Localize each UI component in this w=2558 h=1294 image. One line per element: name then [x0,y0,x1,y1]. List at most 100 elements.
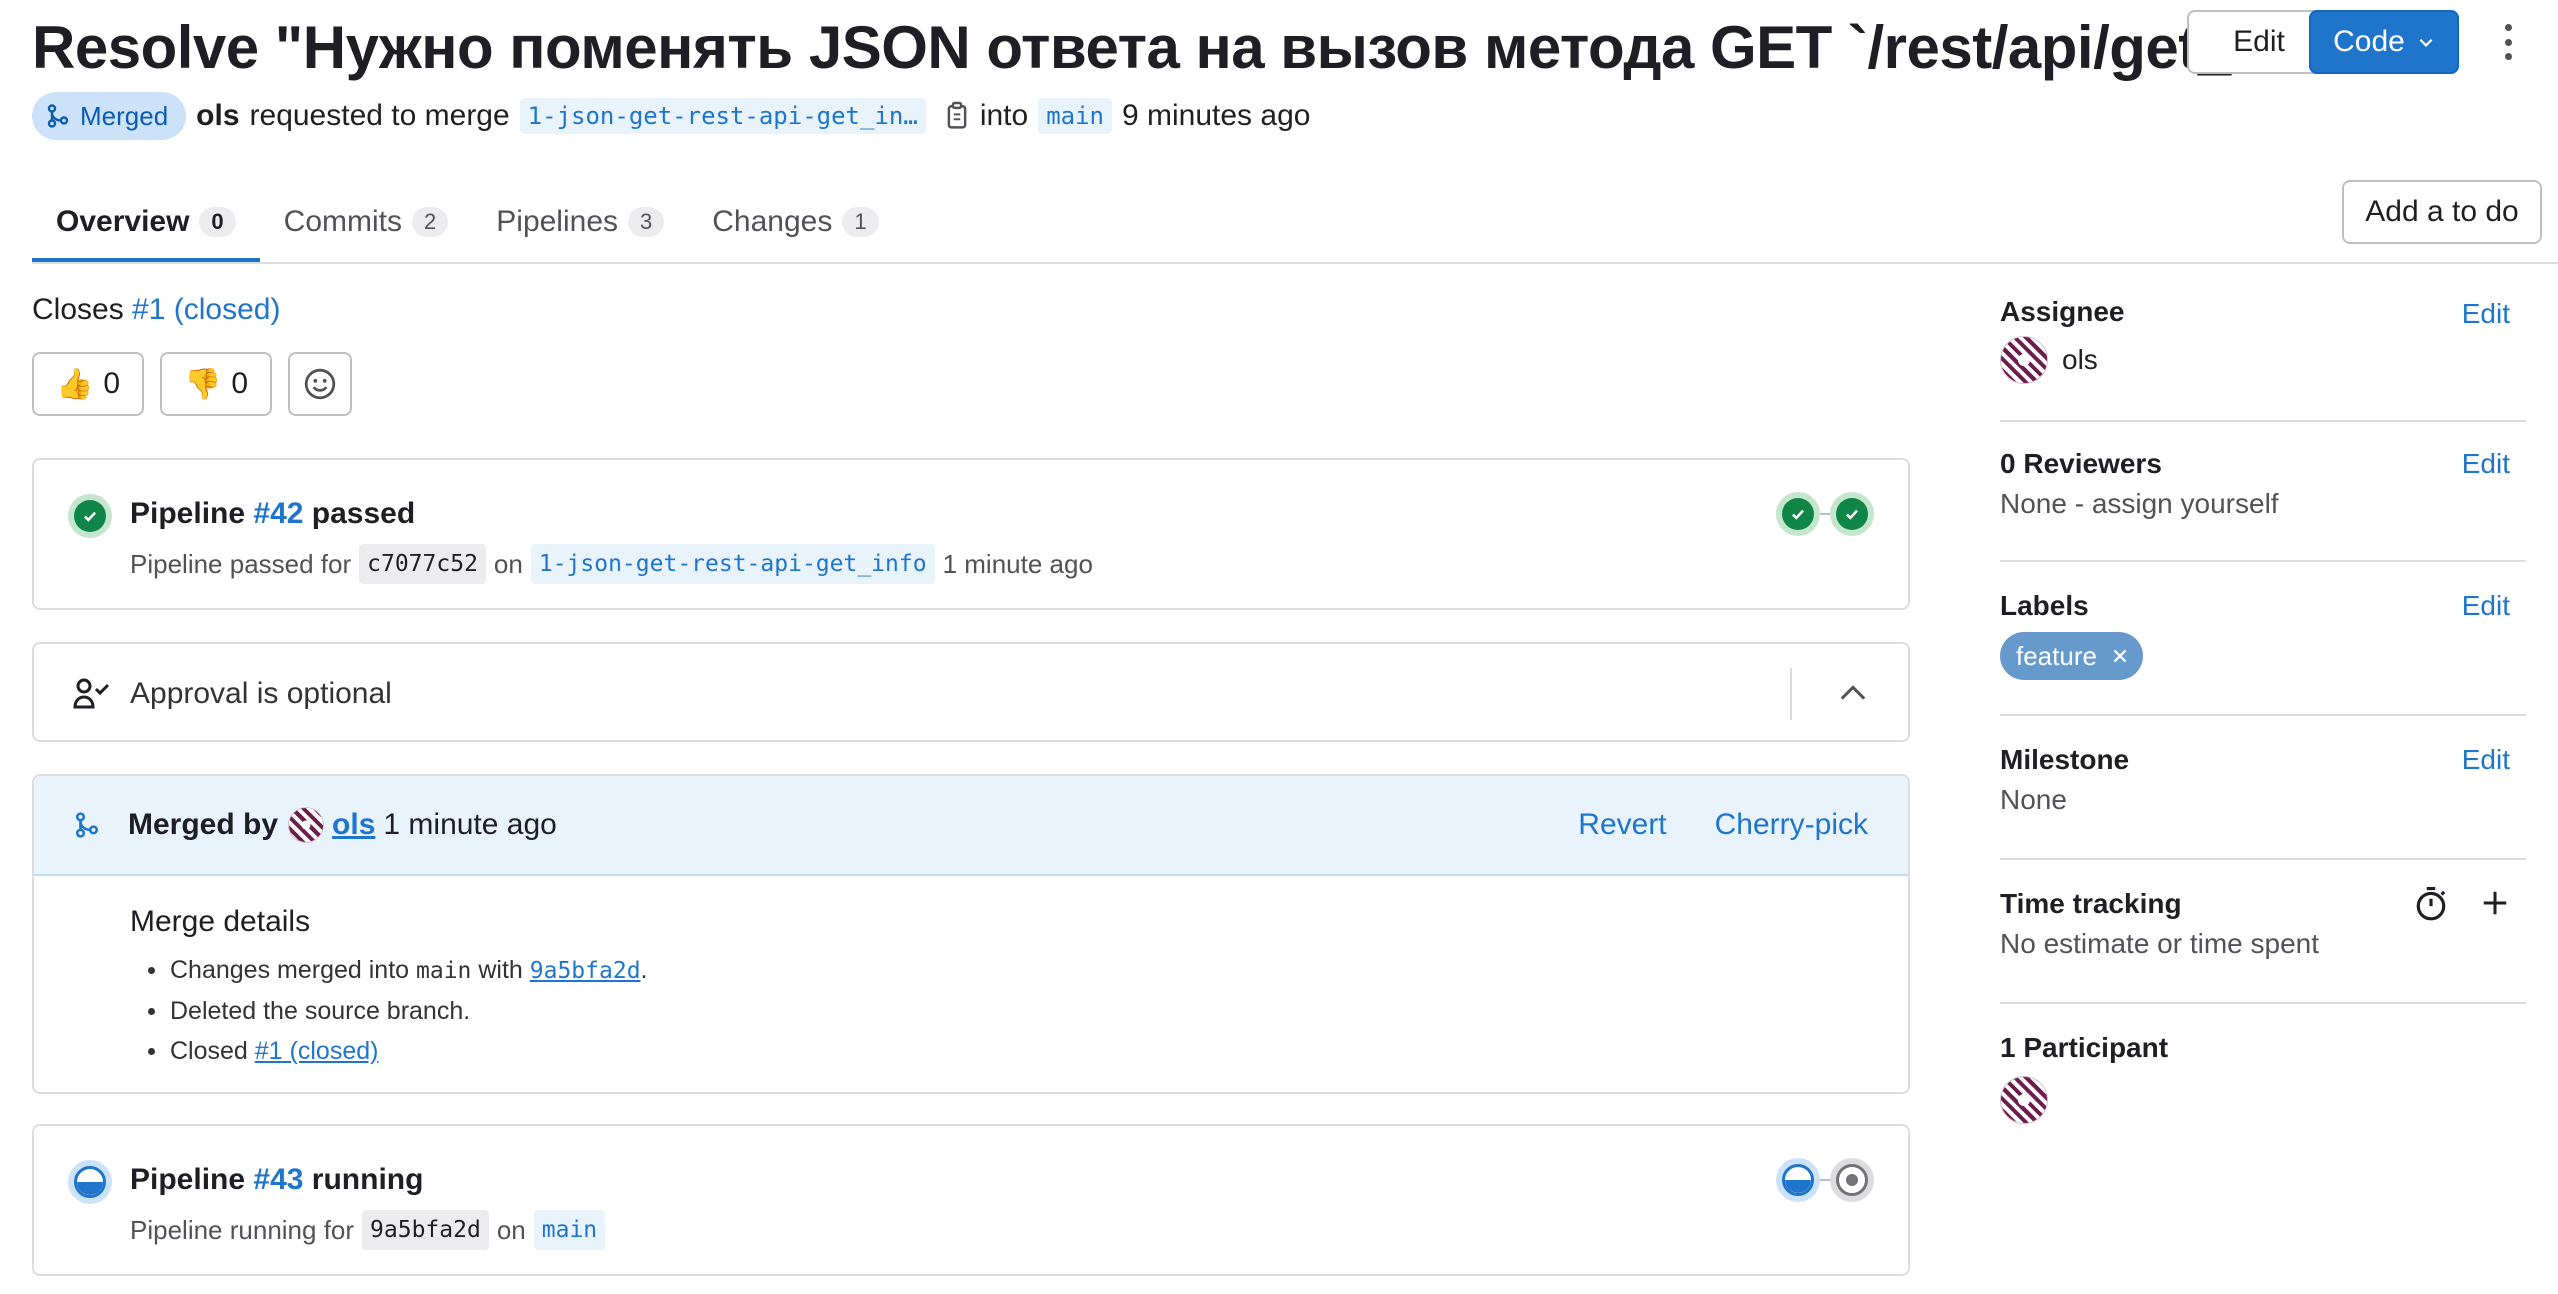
tab-count: 3 [628,207,665,237]
edit-milestone-button[interactable]: Edit [2462,740,2510,780]
page-title: Resolve "Нужно поменять JSON ответа на в… [32,14,2387,81]
pipeline-link[interactable]: #42 [253,497,303,530]
add-reaction-button[interactable] [288,352,353,416]
status-running-icon[interactable] [68,1160,112,1204]
stage-running-icon[interactable] [1776,1158,1820,1202]
add-todo-button[interactable]: Add a to do [2342,180,2542,244]
merge-commit-link[interactable]: 9a5bfa2d [530,958,641,984]
list-item: Closed #1 (closed) [130,1031,1908,1071]
tab-pipelines[interactable]: Pipelines 3 [472,182,688,262]
avatar[interactable] [2000,336,2048,384]
detail-text: Deleted the source branch. [170,997,471,1025]
label-text: feature [2016,640,2097,671]
plus-icon[interactable] [2480,888,2510,918]
closed-issue-link[interactable]: #1 (closed) [255,1037,379,1065]
pipeline-card: Pipeline #43 running Pipeline running fo… [32,1124,1910,1276]
code-button-label: Code [2333,25,2405,58]
tab-label: Changes [712,205,833,238]
approval-user-icon [73,678,110,709]
more-actions-icon[interactable] [2498,20,2518,64]
sidebar-time-tracking: Time tracking No estimate or time spent [2000,860,2526,1004]
stage-success-icon[interactable] [1776,492,1820,536]
thumbsdown-icon: 👎 [184,367,222,401]
cherry-pick-button[interactable]: Cherry-pick [1715,808,1868,842]
sidebar-title: Labels [2000,590,2089,621]
tab-label: Overview [56,205,190,238]
close-icon[interactable] [2111,647,2129,665]
sidebar-assignee: Assignee Edit ols [2000,292,2526,422]
on-text: on [493,549,523,579]
reactions-bar: 👍 0 👎 0 [32,352,353,416]
tab-changes[interactable]: Changes 1 [688,182,902,262]
merged-header: Merged by ols 1 minute ago Revert Cherry… [34,776,1908,876]
merge-icon [47,104,69,128]
pipeline-prefix: Pipeline [130,1163,246,1196]
avatar[interactable] [2000,1076,2048,1124]
closes-line: Closes #1 (closed) [32,290,280,330]
pipeline-subtitle: Pipeline running for 9a5bfa2d on main [130,1210,613,1250]
commit-sha[interactable]: 9a5bfa2d [362,1210,489,1250]
sidebar-labels: Labels Edit feature [2000,562,2526,716]
approval-text: Approval is optional [130,677,392,710]
sidebar-title: 0 Reviewers [2000,448,2162,479]
tab-commits[interactable]: Commits 2 [260,182,473,262]
milestone-value: None [2000,784,2067,815]
tab-overview[interactable]: Overview 0 [32,182,260,262]
tab-label: Commits [283,205,403,238]
pipeline-stages [1776,492,1874,536]
thumbsup-button[interactable]: 👍 0 [32,352,145,416]
assignee-name[interactable]: ols [2062,340,2098,380]
sidebar-title: 1 Participant [2000,1032,2169,1063]
list-item: Changes merged into main with 9a5bfa2d. [130,950,1908,991]
branch-link[interactable]: 1-json-get-rest-api-get_info [530,544,935,584]
author-name[interactable]: ols [196,99,239,133]
merged-by-label: Merged by [128,808,279,841]
detail-text: with [478,956,523,984]
sidebar-title: Assignee [2000,296,2125,327]
closed-issue-link[interactable]: #1 (closed) [132,293,280,326]
edit-labels-button[interactable]: Edit [2462,586,2510,626]
pipeline-subtitle: Pipeline passed for c7077c52 on 1-json-g… [130,544,1093,584]
chevron-down-icon [2419,38,2433,47]
sidebar-reviewers: 0 Reviewers Edit None - assign yourself [2000,422,2526,562]
commit-sha[interactable]: c7077c52 [359,544,486,584]
thumbsdown-button[interactable]: 👎 0 [160,352,273,416]
branch-link[interactable]: main [533,1210,606,1250]
edit-reviewers-button[interactable]: Edit [2462,444,2510,484]
pipeline-card: Pipeline #42 passed Pipeline passed for … [32,458,1910,610]
pipeline-time: 1 minute ago [942,549,1093,579]
target-branch-code: main [416,958,472,984]
target-branch[interactable]: main [1038,98,1112,134]
edit-assignee-button[interactable]: Edit [2462,294,2510,334]
closes-prefix: Closes [32,293,124,326]
label-pill[interactable]: feature [2000,632,2143,680]
pipeline-prefix: Pipeline [130,497,246,530]
merged-time: 1 minute ago [383,808,557,841]
on-text: on [496,1215,526,1245]
smiley-icon [304,368,336,400]
avatar[interactable] [288,807,325,843]
stage-success-icon[interactable] [1830,492,1874,536]
copy-icon[interactable] [944,101,970,131]
merged-card: Merged by ols 1 minute ago Revert Cherry… [32,774,1910,1094]
chevron-up-icon[interactable] [1838,678,1868,708]
tab-count: 0 [199,207,236,237]
tab-label: Pipelines [496,205,619,238]
mr-meta: Merged ols requested to merge 1-json-get… [32,92,1310,140]
code-button[interactable]: Code [2309,10,2459,74]
source-branch[interactable]: 1-json-get-rest-api-get_in… [519,98,926,134]
pipeline-stages [1776,1158,1874,1202]
detail-text: Changes merged into [170,956,410,984]
revert-button[interactable]: Revert [1578,808,1666,842]
time-tracking-value: No estimate or time spent [2000,928,2320,959]
pipeline-status: running [311,1163,424,1196]
stopwatch-icon[interactable] [2414,886,2448,922]
thumbsup-icon: 👍 [56,367,94,401]
pipeline-title: Pipeline #43 running [130,1160,613,1200]
merged-user-link[interactable]: ols [332,808,375,842]
pipeline-link[interactable]: #43 [253,1163,303,1196]
merge-details: Merge details Changes merged into main w… [34,876,1908,1071]
reviewers-value[interactable]: None - assign yourself [2000,484,2526,524]
stage-created-icon[interactable] [1830,1158,1874,1202]
status-success-icon[interactable] [68,494,112,538]
